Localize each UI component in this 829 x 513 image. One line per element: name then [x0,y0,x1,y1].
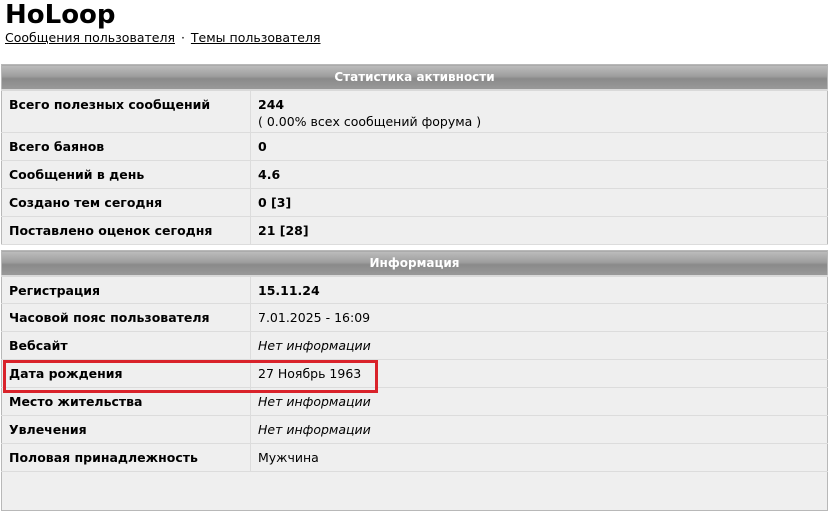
row-value: 244 ( 0.00% всех сообщений форума ) [250,89,828,133]
row-label: Всего полезных сообщений [1,89,251,133]
row-label: Регистрация [1,275,251,304]
location-value: Нет информации [258,394,371,409]
table-row: Регистрация 15.11.24 [1,275,828,304]
row-value: Нет информации [250,331,828,360]
link-separator: · [180,30,185,45]
row-label: Дата рождения [1,359,251,388]
activity-header: Статистика активности [1,64,828,91]
filler-cell [2,472,828,511]
activity-stats-table: Статистика активности Всего полезных соо… [1,64,828,245]
user-links: Сообщения пользователя · Темы пользовате… [5,30,321,46]
row-label: Место жительства [1,387,251,416]
value-text: 21 [28] [258,223,309,238]
timezone-value: 7.01.2025 - 16:09 [250,303,828,332]
table-row: Сообщений в день 4.6 [1,160,828,189]
row-label: Половая принадлежность [1,443,251,472]
row-value: 15.11.24 [250,275,828,304]
row-value: 0 [250,132,828,161]
info-header: Информация [1,250,828,277]
table-row: Всего баянов 0 [1,132,828,161]
interests-value: Нет информации [258,422,371,437]
row-label: Всего баянов [1,132,251,161]
table-row: Всего полезных сообщений 244 ( 0.00% все… [1,89,828,133]
row-label: Создано тем сегодня [1,188,251,217]
useful-posts-count: 244 [258,96,285,112]
registration-date: 15.11.24 [258,282,320,298]
value-text: 4.6 [258,167,281,182]
value-text: 0 [3] [258,195,292,210]
row-label: Увлечения [1,415,251,444]
user-topics-link[interactable]: Темы пользователя [191,30,321,45]
table-filler [2,472,828,511]
row-value: Нет информации [250,387,828,416]
table-row: Поставлено оценок сегодня 21 [28] [1,216,828,245]
row-value: 4.6 [250,160,828,189]
row-value: 21 [28] [250,216,828,245]
table-row: Вебсайт Нет информации [1,331,828,360]
row-value: Нет информации [250,415,828,444]
value-text: 0 [258,139,267,154]
website-value: Нет информации [258,338,371,353]
row-label: Часовой пояс пользователя [1,303,251,332]
row-label: Вебсайт [1,331,251,360]
row-value: 0 [3] [250,188,828,217]
table-row: Создано тем сегодня 0 [3] [1,188,828,217]
row-label: Сообщений в день [1,160,251,189]
user-posts-link[interactable]: Сообщения пользователя [5,30,175,45]
useful-posts-percent: ( 0.00% всех сообщений форума ) [258,113,482,129]
table-row: Увлечения Нет информации [1,415,828,444]
table-row: Часовой пояс пользователя 7.01.2025 - 16… [1,303,828,332]
gender-value: Мужчина [250,443,828,472]
page-title: HoLoop [5,0,116,30]
table-row: Половая принадлежность Мужчина [1,443,828,472]
table-row: Место жительства Нет информации [1,387,828,416]
info-table: Информация Регистрация 15.11.24 Часовой … [1,250,828,511]
table-row: Дата рождения 27 Ноябрь 1963 [1,359,828,388]
row-label: Поставлено оценок сегодня [1,216,251,245]
birthdate-value: 27 Ноябрь 1963 [250,359,828,388]
